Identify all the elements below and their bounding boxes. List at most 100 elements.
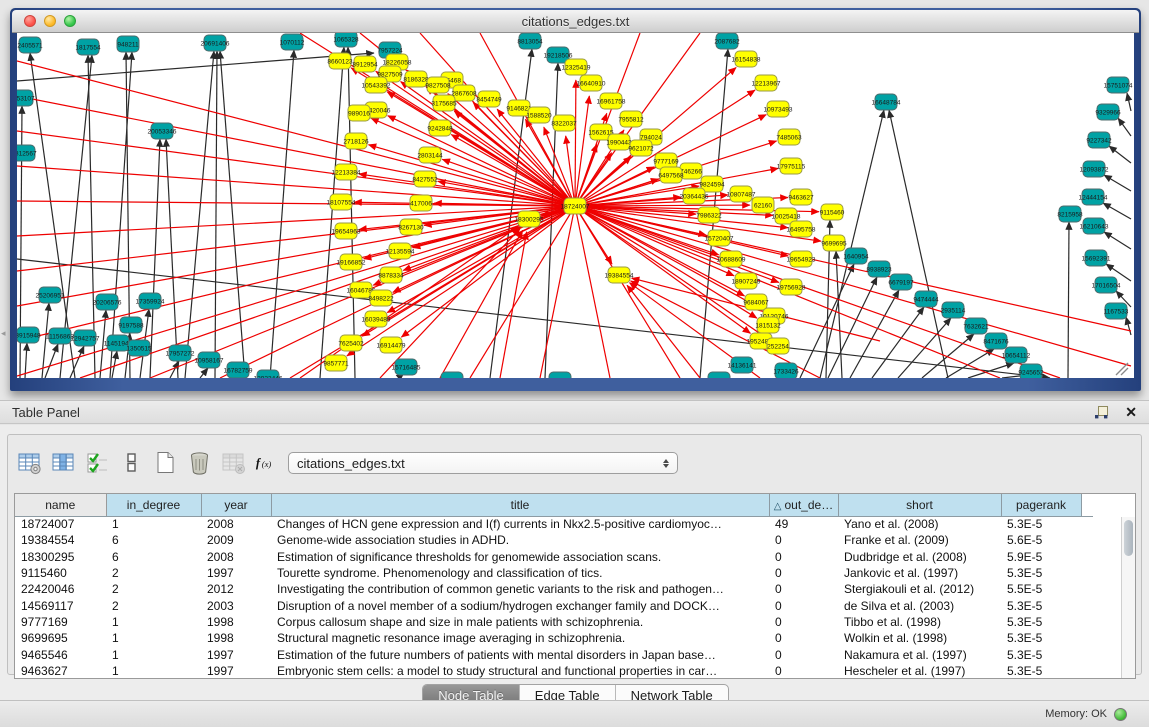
table-cell[interactable]: 9699695 xyxy=(15,630,106,646)
table-row[interactable]: 1456911722003Disruption of a novel membe… xyxy=(15,597,1093,613)
graph-node[interactable]: 1258834 xyxy=(706,372,732,378)
table-cell[interactable]: 5.3E-5 xyxy=(1001,597,1081,613)
column-header-in_degree[interactable]: in_degree xyxy=(106,494,201,516)
table-cell[interactable]: 0 xyxy=(769,663,838,679)
table-cell[interactable]: 1997 xyxy=(201,663,271,679)
table-cell[interactable]: 0 xyxy=(769,581,838,597)
graph-node[interactable]: 8660123 xyxy=(327,53,353,69)
selection-mode-icon[interactable] xyxy=(84,449,111,476)
graph-edge[interactable] xyxy=(17,166,575,206)
graph-node[interactable]: 15720407 xyxy=(705,230,734,246)
graph-edge[interactable] xyxy=(575,206,1060,378)
graph-edge[interactable] xyxy=(215,51,217,378)
graph-edge[interactable] xyxy=(968,363,1014,378)
window-titlebar[interactable]: citations_edges.txt xyxy=(12,10,1139,33)
table-cell[interactable]: Dudbridge et al. (2008) xyxy=(838,549,1001,565)
column-header-title[interactable]: title xyxy=(271,494,769,516)
graph-node[interactable]: 1070112 xyxy=(280,34,305,50)
table-cell[interactable]: 2 xyxy=(106,581,201,597)
graph-node[interactable]: 8498222 xyxy=(368,290,394,306)
graph-node[interactable]: 14136141 xyxy=(728,357,757,373)
graph-node[interactable]: 1350515 xyxy=(126,340,152,356)
table-source-dropdown[interactable]: citations_edges.txt xyxy=(288,452,678,474)
delete-table-icon[interactable] xyxy=(220,449,247,476)
graph-edge[interactable] xyxy=(17,53,374,81)
graph-node[interactable]: 18907249 xyxy=(732,273,761,289)
float-panel-icon[interactable] xyxy=(1093,404,1109,420)
panel-collapse-handle[interactable]: ◂ xyxy=(1,328,8,339)
graph-node[interactable]: 12923446 xyxy=(254,370,283,378)
graph-node[interactable]: 12135594 xyxy=(386,243,415,259)
graph-node[interactable]: 9115460 xyxy=(820,204,845,220)
graph-node[interactable]: 2718126 xyxy=(343,133,369,149)
graph-node[interactable]: 10958167 xyxy=(195,352,224,368)
graph-edge[interactable] xyxy=(872,307,924,378)
graph-node[interactable]: 2087682 xyxy=(714,33,740,49)
graph-edge[interactable] xyxy=(1104,232,1131,249)
graph-node[interactable]: 8813054 xyxy=(517,33,543,49)
graph-node[interactable]: 62160 xyxy=(752,197,774,213)
graph-edge[interactable] xyxy=(1103,203,1131,219)
graph-node[interactable]: 9857771 xyxy=(323,355,349,371)
table-cell[interactable]: 5.6E-5 xyxy=(1001,532,1081,548)
graph-node[interactable]: 16648784 xyxy=(872,94,901,110)
graph-edge[interactable] xyxy=(1118,118,1131,136)
table-cell[interactable]: 1 xyxy=(106,663,201,679)
table-cell[interactable]: Nakamura et al. (1997) xyxy=(838,646,1001,662)
graph-node[interactable]: 17016504 xyxy=(1092,277,1121,293)
graph-node[interactable]: 16961758 xyxy=(597,93,626,109)
table-cell[interactable]: 0 xyxy=(769,646,838,662)
graph-node[interactable]: 20364436 xyxy=(680,188,709,204)
graph-edge[interactable] xyxy=(575,206,610,378)
graph-edge[interactable] xyxy=(540,206,575,378)
graph-node[interactable]: 3175685 xyxy=(431,95,457,111)
graph-node[interactable]: 989016 xyxy=(348,105,370,121)
table-cell[interactable]: Corpus callosum shape and size in male p… xyxy=(271,614,769,630)
table-cell[interactable]: 2008 xyxy=(201,549,271,565)
graph-edge[interactable] xyxy=(368,145,575,206)
graph-node[interactable]: 1640954 xyxy=(843,248,869,264)
graph-edge[interactable] xyxy=(828,277,877,378)
table-cell[interactable]: 1 xyxy=(106,630,201,646)
graph-node[interactable]: 10688609 xyxy=(717,251,746,267)
graph-node[interactable]: 9245652 xyxy=(1018,364,1044,378)
graph-node[interactable]: 15692391 xyxy=(1082,250,1111,266)
graph-node[interactable]: 9827508 xyxy=(425,77,451,93)
function-builder-icon[interactable]: f(x) xyxy=(254,449,281,476)
graph-node[interactable]: 12444154 xyxy=(1079,189,1108,205)
graph-node[interactable]: 8938923 xyxy=(866,261,892,277)
graph-node[interactable]: 3915948 xyxy=(17,327,41,343)
graph-edge[interactable] xyxy=(1126,317,1131,335)
graph-node[interactable]: 19384554 xyxy=(605,267,634,283)
graph-node[interactable]: 17975115 xyxy=(777,158,806,174)
table-cell[interactable]: 5.3E-5 xyxy=(1001,614,1081,630)
graph-node[interactable]: 10543392 xyxy=(362,77,391,93)
graph-edge[interactable] xyxy=(575,206,779,282)
table-cell[interactable]: Genome-wide association studies in ADHD. xyxy=(271,532,769,548)
graph-node[interactable]: 17957272 xyxy=(166,345,195,361)
table-cell[interactable]: 1997 xyxy=(201,565,271,581)
graph-node[interactable]: 417006 xyxy=(410,195,432,211)
graph-node[interactable]: 15751074 xyxy=(1104,77,1133,93)
table-cell[interactable]: 9115460 xyxy=(15,565,106,581)
graph-node[interactable]: 16782759 xyxy=(224,362,253,378)
table-cell[interactable]: Estimation of significance thresholds fo… xyxy=(271,549,769,565)
graph-node[interactable]: 8878334 xyxy=(378,267,404,283)
graph-node[interactable]: 12213384 xyxy=(332,164,361,180)
graph-node[interactable]: 9463627 xyxy=(788,189,814,205)
graph-edge[interactable] xyxy=(1109,146,1131,163)
graph-node[interactable]: 7625402 xyxy=(338,335,364,351)
graph-edge[interactable] xyxy=(200,368,208,378)
column-header-short[interactable]: short xyxy=(838,494,1001,516)
graph-node[interactable]: 2935114 xyxy=(941,302,966,318)
table-cell[interactable]: Tibbo et al. (1998) xyxy=(838,614,1001,630)
table-cell[interactable]: 9465546 xyxy=(15,646,106,662)
graph-node[interactable]: 10807487 xyxy=(727,186,756,202)
table-row[interactable]: 1938455462009Genome-wide association stu… xyxy=(15,532,1093,548)
graph-node[interactable]: 962145 xyxy=(441,372,463,378)
graph-node[interactable]: 9621072 xyxy=(628,140,654,156)
table-row[interactable]: 977716911998Corpus callosum shape and si… xyxy=(15,614,1093,630)
graph-edge[interactable] xyxy=(17,131,575,206)
column-header-name[interactable]: name xyxy=(15,494,106,516)
table-cell[interactable]: 2 xyxy=(106,597,201,613)
